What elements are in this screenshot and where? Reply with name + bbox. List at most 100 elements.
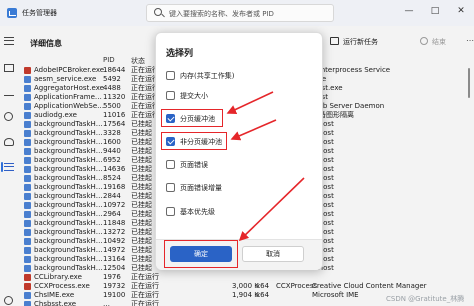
process-status: 已挂起 (131, 174, 152, 182)
process-icon (24, 67, 31, 74)
option-label: 基本优先级 (180, 208, 215, 216)
annotation-box-paged-pool (161, 109, 223, 127)
process-description: d Interprocess Service (312, 66, 391, 74)
process-pid: 1600 (103, 138, 121, 146)
process-icon (24, 76, 31, 83)
process-icon (24, 301, 31, 306)
process-icon (24, 148, 31, 155)
process-icon (24, 202, 31, 209)
process-pid: 5492 (103, 75, 121, 83)
hamburger-menu-icon[interactable] (4, 37, 14, 45)
process-status: 已挂起 (131, 183, 152, 191)
users-icon[interactable] (4, 138, 14, 146)
process-icon (24, 184, 31, 191)
process-pid: … (103, 300, 110, 306)
process-icon (24, 157, 31, 164)
process-pid: 12504 (103, 264, 126, 272)
minimize-button[interactable]: — (402, 6, 416, 16)
table-row[interactable]: CCXProcess.exe 19732 正在运行 3,000 Kx64 CCXProc… (24, 282, 472, 291)
process-pid: 9440 (103, 147, 121, 155)
settings-gear-icon[interactable] (4, 296, 13, 305)
page-title: 详细信息 (30, 39, 62, 48)
checkbox[interactable] (166, 183, 175, 192)
option-label: 页面错误增量 (180, 184, 222, 192)
process-name: backgroundTaskH… (34, 120, 103, 128)
nav-selection-indicator (1, 162, 3, 172)
process-pid: 3328 (103, 129, 121, 137)
end-task-button[interactable]: 结束 (420, 37, 446, 47)
process-icon (24, 139, 31, 146)
left-navigation (0, 26, 18, 306)
process-name: backgroundTaskH… (34, 237, 103, 245)
process-status: 已挂起 (131, 192, 152, 200)
maximize-button[interactable]: □ (428, 6, 442, 16)
process-icon (24, 211, 31, 218)
app-history-icon[interactable] (4, 112, 13, 121)
process-memory: 3,000 K (232, 282, 259, 290)
process-pid: 14972 (103, 246, 126, 254)
close-button[interactable]: ✕ (454, 6, 468, 16)
option-label: 内存(共享工作集) (180, 72, 235, 80)
performance-icon[interactable] (4, 88, 14, 96)
process-pid: 10972 (103, 201, 126, 209)
process-name: backgroundTaskH… (34, 201, 103, 209)
process-status: 已挂起 (131, 201, 152, 209)
process-status: 已挂起 (131, 129, 152, 137)
process-name: backgroundTaskH… (34, 138, 103, 146)
process-icon (24, 220, 31, 227)
process-icon (24, 238, 31, 245)
process-status: 已挂起 (131, 246, 152, 254)
cancel-button[interactable]: 取消 (242, 246, 304, 262)
window-title: 任务管理器 (22, 9, 57, 17)
run-task-icon (330, 37, 339, 45)
process-status: 已挂起 (131, 219, 152, 227)
process-status: 已挂起 (131, 138, 152, 146)
dialog-title: 选择列 (166, 49, 194, 59)
details-icon[interactable] (4, 163, 14, 171)
process-icon (24, 265, 31, 272)
task-manager-icon (7, 8, 17, 18)
process-name: backgroundTaskH… (34, 210, 103, 218)
process-icon (24, 283, 31, 290)
more-options-icon[interactable]: ⋯ (466, 36, 474, 45)
process-icon (24, 166, 31, 173)
process-pid: 19732 (103, 282, 126, 290)
scrollbar[interactable] (468, 68, 470, 98)
process-status: 正在运行 (131, 282, 159, 290)
process-pid: 13164 (103, 255, 126, 263)
search-icon (154, 8, 162, 16)
process-pid: 14636 (103, 165, 126, 173)
process-status: 已挂起 (131, 165, 152, 173)
annotation-box-ok (164, 240, 238, 268)
annotation-box-non-paged-pool (161, 132, 227, 150)
process-name: backgroundTaskH… (34, 129, 103, 137)
process-name: CCLibrary.exe (34, 273, 82, 281)
process-icon (24, 229, 31, 236)
checkbox[interactable] (166, 207, 175, 216)
checkbox[interactable] (166, 91, 175, 100)
end-task-icon (420, 37, 428, 45)
process-icon (24, 247, 31, 254)
process-name: aesm_service.exe (34, 75, 97, 83)
process-name: backgroundTaskH… (34, 246, 103, 254)
process-status: 已挂起 (131, 255, 152, 263)
title-bar: 任务管理器 键入要搜索的名称、发布者或 PID — □ ✕ (0, 0, 474, 26)
process-name: backgroundTaskH… (34, 165, 103, 173)
select-columns-dialog: 选择列 内存(共享工作集) 提交大小 分页缓冲池 非分页缓冲池 页面错误 页面错… (155, 32, 323, 270)
checkbox[interactable] (166, 71, 175, 80)
table-row[interactable]: CCLibrary.exe 1976 正在运行 (24, 273, 472, 282)
processes-icon[interactable] (4, 64, 14, 72)
checkbox[interactable] (166, 160, 175, 169)
process-pid: 8524 (103, 174, 121, 182)
process-status: 已挂起 (131, 264, 152, 272)
process-description: Creative Cloud Content Manager (312, 282, 427, 290)
end-task-label: 结束 (432, 38, 446, 46)
process-name: CCXProcess.exe (34, 282, 90, 290)
process-pid: 13272 (103, 228, 126, 236)
column-header-status[interactable]: 状态 (131, 56, 145, 66)
process-pid: 6952 (103, 156, 121, 164)
column-header-pid[interactable]: PID (103, 56, 115, 64)
search-input[interactable]: 键入要搜索的名称、发布者或 PID (146, 4, 334, 22)
process-name: ChsIME.exe (34, 291, 75, 299)
process-status: 已挂起 (131, 120, 152, 128)
